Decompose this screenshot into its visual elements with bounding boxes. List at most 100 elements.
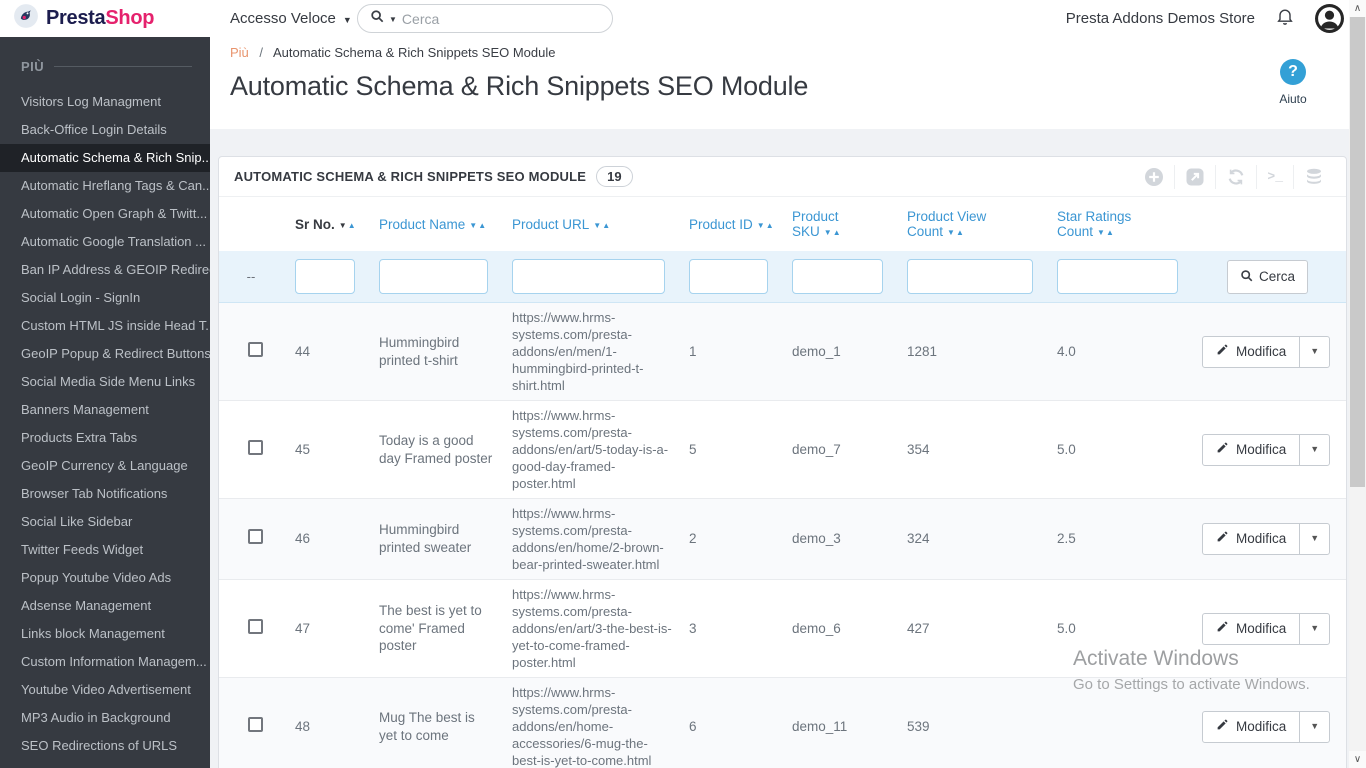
filter-star-ratings-input[interactable] bbox=[1057, 259, 1178, 294]
sidebar-item[interactable]: Banners Management bbox=[0, 396, 210, 424]
cell-product-id: 1 bbox=[677, 303, 780, 401]
sidebar-item[interactable]: Social Media Side Menu Links bbox=[0, 368, 210, 396]
sidebar-item[interactable]: Popup Youtube Video Ads bbox=[0, 564, 210, 592]
column-header-product-name[interactable]: Product Name▼▲ bbox=[367, 197, 500, 251]
sidebar-item[interactable]: Automatic Google Translation ... bbox=[0, 228, 210, 256]
sidebar-item[interactable]: Automatic Schema & Rich Snip... bbox=[0, 144, 210, 172]
sidebar-item[interactable]: Adsense Management bbox=[0, 592, 210, 620]
help-question-icon: ? bbox=[1280, 59, 1306, 85]
edit-button[interactable]: Modifica bbox=[1203, 337, 1299, 367]
search-input[interactable] bbox=[402, 11, 600, 27]
sidebar-item[interactable]: Social Login - SignIn bbox=[0, 284, 210, 312]
row-checkbox[interactable] bbox=[248, 717, 263, 732]
sidebar-item[interactable]: Automatic Open Graph & Twitt... bbox=[0, 200, 210, 228]
sidebar-item[interactable]: Automatic Hreflang Tags & Can... bbox=[0, 172, 210, 200]
column-header-product-sku[interactable]: Product SKU▼▲ bbox=[780, 197, 895, 251]
prestashop-logo[interactable]: PrestaShop bbox=[0, 0, 210, 37]
edit-dropdown-toggle[interactable]: ▼ bbox=[1299, 337, 1329, 367]
export-icon[interactable] bbox=[1174, 165, 1215, 189]
add-new-icon[interactable] bbox=[1134, 165, 1174, 189]
sidebar-item[interactable]: Custom Information Managem... bbox=[0, 648, 210, 676]
sidebar-item[interactable]: Youtube Video Advertisement bbox=[0, 676, 210, 704]
sidebar-item[interactable]: Ban IP Address & GEOIP Redirect bbox=[0, 256, 210, 284]
table-row: 46 Hummingbird printed sweater https://w… bbox=[219, 499, 1346, 580]
edit-button[interactable]: Modifica bbox=[1203, 614, 1299, 644]
cell-star-ratings bbox=[1045, 678, 1190, 768]
table-row: 45 Today is a good day Framed poster htt… bbox=[219, 401, 1346, 499]
notifications-bell-icon[interactable] bbox=[1275, 6, 1295, 31]
sidebar-item[interactable]: GeoIP Popup & Redirect Buttons bbox=[0, 340, 210, 368]
chevron-down-icon: ▼ bbox=[343, 15, 352, 25]
cell-star-ratings: 4.0 bbox=[1045, 303, 1190, 401]
records-table: Sr No.▼▲ Product Name▼▲ Product URL▼▲ Pr… bbox=[219, 197, 1346, 768]
scroll-down-arrow-icon[interactable]: ∨ bbox=[1349, 751, 1366, 768]
cell-product-sku: demo_11 bbox=[780, 678, 895, 768]
edit-dropdown-toggle[interactable]: ▼ bbox=[1299, 614, 1329, 644]
cell-product-name: Hummingbird printed sweater bbox=[367, 499, 500, 580]
edit-split-button: Modifica ▼ bbox=[1202, 613, 1330, 645]
edit-split-button: Modifica ▼ bbox=[1202, 434, 1330, 466]
search-scope-chevron-icon[interactable]: ▼ bbox=[389, 15, 397, 24]
sidebar-item[interactable]: Browser Tab Notifications bbox=[0, 480, 210, 508]
sidebar-item[interactable]: GeoIP Currency & Language bbox=[0, 452, 210, 480]
scrollbar-thumb[interactable] bbox=[1350, 17, 1365, 487]
filter-sr-no-input[interactable] bbox=[295, 259, 355, 294]
edit-dropdown-toggle[interactable]: ▼ bbox=[1299, 524, 1329, 554]
filter-product-url-input[interactable] bbox=[512, 259, 665, 294]
edit-button[interactable]: Modifica bbox=[1203, 435, 1299, 465]
table-row: 47 The best is yet to come' Framed poste… bbox=[219, 580, 1346, 678]
cell-view-count: 354 bbox=[895, 401, 1045, 499]
breadcrumb-parent[interactable]: Più bbox=[230, 45, 249, 60]
sidebar-item[interactable]: MP3 Audio in Background bbox=[0, 704, 210, 732]
sidebar-item[interactable]: Products Extra Tabs bbox=[0, 424, 210, 452]
panel-header: AUTOMATIC SCHEMA & RICH SNIPPETS SEO MOD… bbox=[219, 157, 1346, 197]
cell-sr-no: 45 bbox=[283, 401, 367, 499]
sidebar-item[interactable]: Twitter Feeds Widget bbox=[0, 536, 210, 564]
sidebar-item[interactable]: Visitors Log Managment bbox=[0, 88, 210, 116]
record-count-badge: 19 bbox=[596, 166, 632, 187]
column-header-product-url[interactable]: Product URL▼▲ bbox=[500, 197, 677, 251]
quick-access-menu[interactable]: Accesso Veloce ▼ bbox=[230, 0, 352, 37]
global-search[interactable]: ▼ bbox=[357, 4, 613, 33]
cell-sr-no: 47 bbox=[283, 580, 367, 678]
edit-button[interactable]: Modifica bbox=[1203, 524, 1299, 554]
filter-product-name-input[interactable] bbox=[379, 259, 488, 294]
column-header-product-id[interactable]: Product ID▼▲ bbox=[677, 197, 780, 251]
cell-sr-no: 44 bbox=[283, 303, 367, 401]
cell-product-sku: demo_1 bbox=[780, 303, 895, 401]
edit-split-button: Modifica ▼ bbox=[1202, 336, 1330, 368]
cell-product-url: https://www.hrms-systems.com/presta-addo… bbox=[500, 303, 677, 401]
row-checkbox[interactable] bbox=[248, 529, 263, 544]
sidebar-item[interactable]: Social Like Sidebar bbox=[0, 508, 210, 536]
help-button[interactable]: ? Aiuto bbox=[1261, 59, 1325, 106]
cell-star-ratings: 2.5 bbox=[1045, 499, 1190, 580]
row-checkbox[interactable] bbox=[248, 619, 263, 634]
filter-product-id-input[interactable] bbox=[689, 259, 768, 294]
sql-manager-icon[interactable] bbox=[1293, 165, 1334, 189]
sidebar-item[interactable]: SEO Redirections of URLS bbox=[0, 732, 210, 760]
sidebar-item[interactable]: Links block Management bbox=[0, 620, 210, 648]
filter-row: -- Cerca bbox=[219, 251, 1346, 303]
column-header-view-count[interactable]: Product View Count▼▲ bbox=[895, 197, 1045, 251]
edit-dropdown-toggle[interactable]: ▼ bbox=[1299, 712, 1329, 742]
column-header-star-ratings[interactable]: Star Ratings Count▼▲ bbox=[1045, 197, 1190, 251]
row-checkbox[interactable] bbox=[248, 440, 263, 455]
edit-dropdown-toggle[interactable]: ▼ bbox=[1299, 435, 1329, 465]
cell-product-url: https://www.hrms-systems.com/presta-addo… bbox=[500, 499, 677, 580]
edit-button[interactable]: Modifica bbox=[1203, 712, 1299, 742]
refresh-icon[interactable] bbox=[1215, 165, 1256, 189]
terminal-icon[interactable]: >_ bbox=[1256, 165, 1293, 189]
column-header-sr-no[interactable]: Sr No.▼▲ bbox=[283, 197, 367, 251]
sidebar-item[interactable]: Custom HTML JS inside Head T... bbox=[0, 312, 210, 340]
row-checkbox[interactable] bbox=[248, 342, 263, 357]
search-button[interactable]: Cerca bbox=[1227, 260, 1308, 294]
filter-view-count-input[interactable] bbox=[907, 259, 1033, 294]
filter-product-sku-input[interactable] bbox=[792, 259, 883, 294]
scroll-up-arrow-icon[interactable]: ∧ bbox=[1349, 0, 1366, 17]
store-name[interactable]: Presta Addons Demos Store bbox=[1066, 10, 1255, 27]
cell-star-ratings: 5.0 bbox=[1045, 580, 1190, 678]
user-avatar[interactable] bbox=[1315, 4, 1344, 33]
vertical-scrollbar[interactable]: ∧ ∨ bbox=[1349, 0, 1366, 768]
cell-view-count: 539 bbox=[895, 678, 1045, 768]
sidebar-item[interactable]: Back-Office Login Details bbox=[0, 116, 210, 144]
